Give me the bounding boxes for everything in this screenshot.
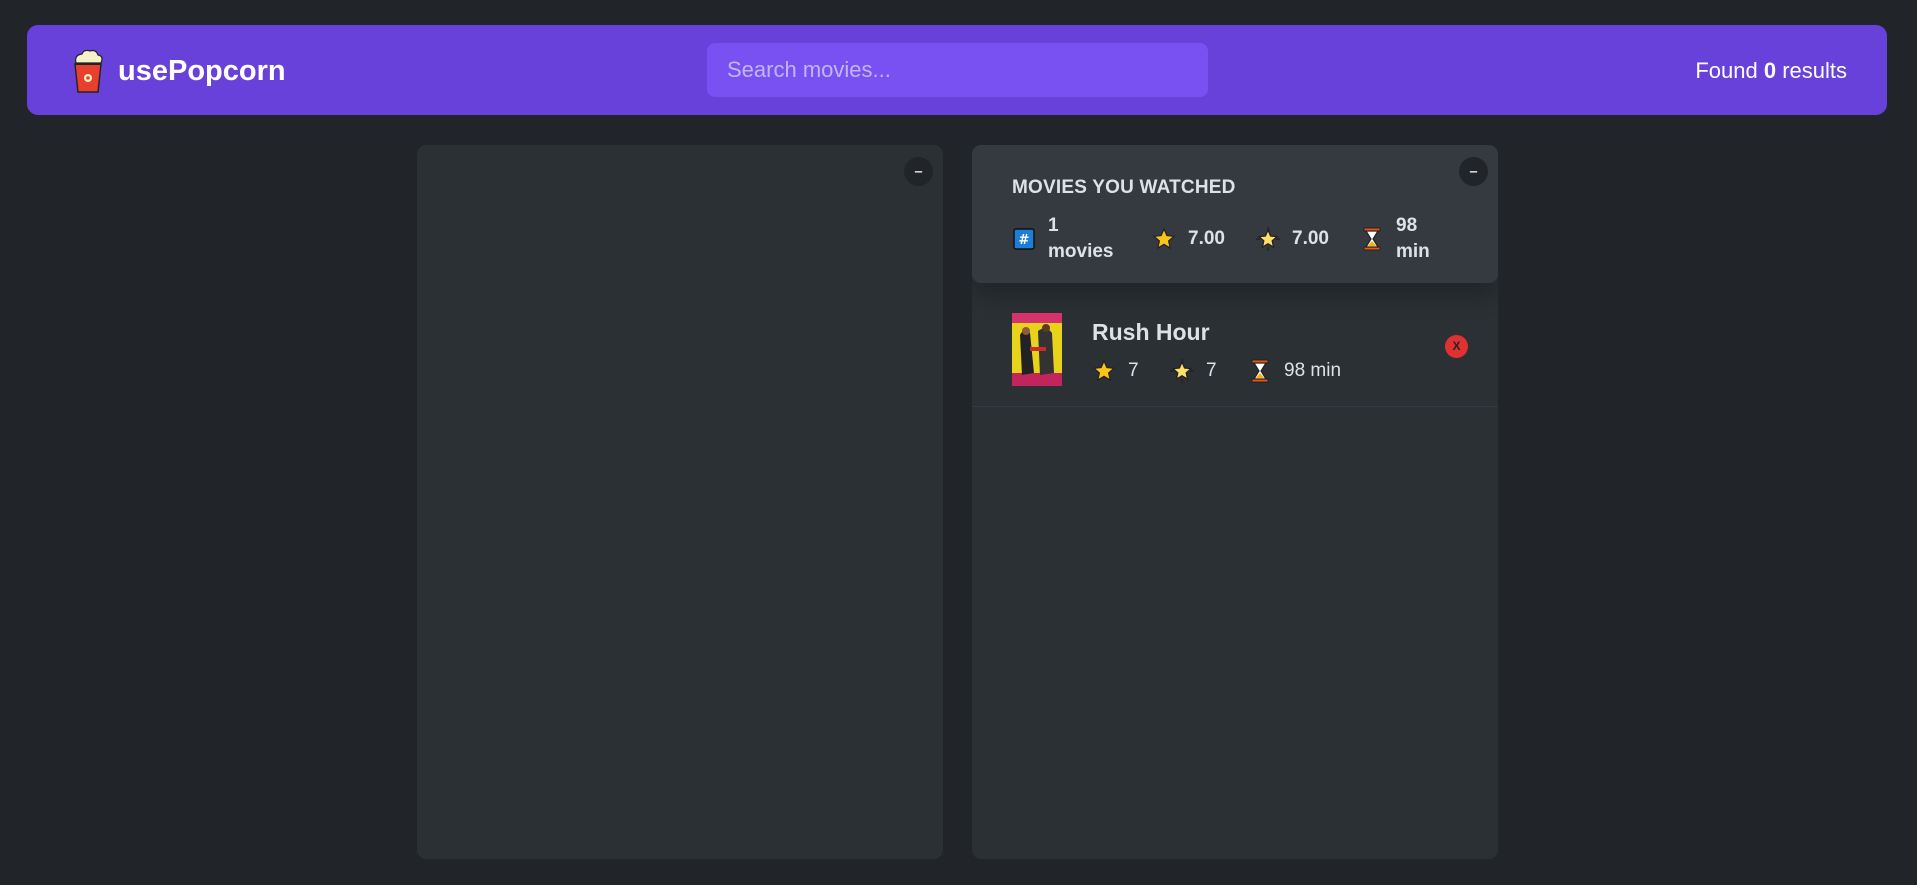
hourglass-icon	[1248, 359, 1272, 383]
logo: usePopcorn	[70, 49, 286, 93]
star-icon	[1152, 227, 1176, 251]
avg-user-value: 7.00	[1292, 228, 1329, 249]
hourglass-icon	[1360, 227, 1384, 251]
results-suffix: results	[1782, 58, 1847, 83]
movie-imdb-rating: 7	[1092, 359, 1170, 383]
watched-count: # 1 movies	[1012, 213, 1152, 265]
movie-user-value: 7	[1206, 360, 1217, 381]
list-item[interactable]: Rush Hour 7 7 98 min X	[972, 283, 1498, 407]
movie-title: Rush Hour	[1092, 319, 1210, 345]
star-icon	[1092, 359, 1116, 383]
count-number: 1	[1048, 215, 1059, 236]
results-prefix: Found	[1695, 58, 1758, 83]
movie-list-box: –	[417, 145, 943, 859]
glowing-star-icon	[1170, 359, 1194, 383]
avg-imdb-rating: 7.00	[1152, 227, 1256, 251]
avg-runtime: 98 min	[1360, 213, 1436, 265]
num-results: Found 0 results	[1695, 58, 1847, 84]
movie-runtime: 98 min	[1248, 359, 1341, 383]
summary-heading: MOVIES YOU WATCHED	[1012, 177, 1236, 198]
results-count: 0	[1763, 58, 1777, 83]
count-label: movies	[1048, 241, 1114, 262]
popcorn-icon	[74, 49, 103, 93]
runtime-unit: min	[1396, 241, 1430, 262]
movie-runtime-value: 98 min	[1284, 360, 1342, 381]
summary-stats: # 1 movies 7.00 7.00 98 min	[1012, 213, 1458, 265]
movie-poster	[1012, 313, 1062, 386]
avg-user-rating: 7.00	[1256, 227, 1360, 251]
search-input[interactable]	[707, 43, 1208, 97]
app-name: usePopcorn	[118, 54, 286, 87]
toggle-list-button[interactable]: –	[904, 157, 933, 186]
movie-stats: 7 7 98 min	[1092, 359, 1341, 383]
toggle-watched-button[interactable]: –	[1459, 157, 1488, 186]
watched-box: – MOVIES YOU WATCHED # 1 movies 7.00 7.0…	[972, 145, 1498, 859]
glowing-star-icon	[1256, 227, 1280, 251]
movie-user-rating: 7	[1170, 359, 1248, 383]
movie-imdb-value: 7	[1128, 360, 1139, 381]
hash-icon: #	[1012, 227, 1036, 251]
watched-summary: MOVIES YOU WATCHED # 1 movies 7.00 7.00 …	[972, 145, 1498, 283]
runtime-number: 98	[1396, 215, 1418, 236]
delete-movie-button[interactable]: X	[1445, 335, 1468, 358]
svg-text:#: #	[1019, 233, 1030, 248]
navbar: usePopcorn Found 0 results	[27, 25, 1887, 115]
watched-list: Rush Hour 7 7 98 min X	[972, 283, 1498, 407]
avg-imdb-value: 7.00	[1188, 228, 1225, 249]
